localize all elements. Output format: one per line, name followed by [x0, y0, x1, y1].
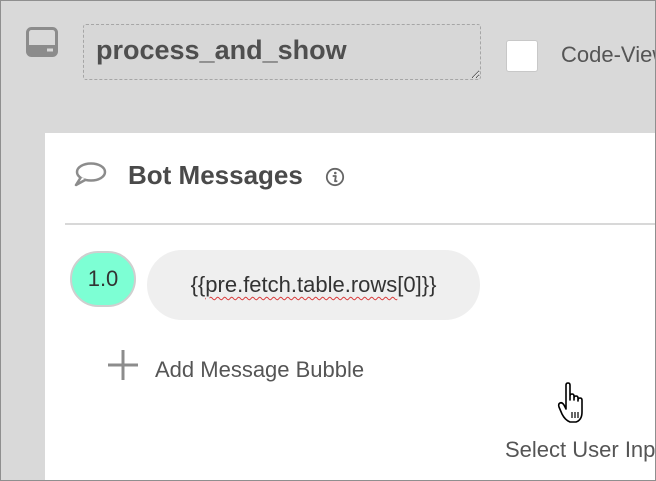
message-text: {{pre.fetch.table.rows[0]}} — [191, 272, 437, 298]
panel-title: Bot Messages — [128, 160, 303, 190]
add-message-bubble-label: Add Message Bubble — [155, 357, 365, 382]
panel-header: Bot Messages — [45, 133, 656, 223]
select-user-input-label[interactable]: Select User Input — [505, 437, 656, 463]
hand-cursor-icon — [557, 382, 589, 426]
node-header: process_and_show Code-View — [0, 0, 656, 130]
plus-icon — [107, 349, 139, 381]
monitor-tray-icon — [26, 27, 58, 57]
divider — [65, 223, 656, 225]
message-open-braces: {{ — [190, 272, 206, 297]
info-icon[interactable] — [325, 167, 345, 187]
add-message-bubble-button[interactable]: Add Message Bubble — [105, 345, 425, 385]
message-close: [0]}} — [397, 272, 437, 297]
message-version-badge[interactable]: 1.0 — [70, 251, 136, 307]
speech-bubble-icon — [73, 161, 107, 189]
bot-messages-panel: Bot Messages 1.0 {{pre.fetch.table.rows[… — [45, 133, 656, 481]
code-view-label: Code-View — [561, 42, 656, 67]
message-bubble[interactable]: {{pre.fetch.table.rows[0]}} — [147, 250, 480, 320]
node-name-input[interactable]: process_and_show — [83, 24, 481, 80]
code-view-checkbox[interactable] — [506, 40, 538, 72]
message-text-spellcheck: pre.fetch.table.rows — [205, 272, 398, 297]
